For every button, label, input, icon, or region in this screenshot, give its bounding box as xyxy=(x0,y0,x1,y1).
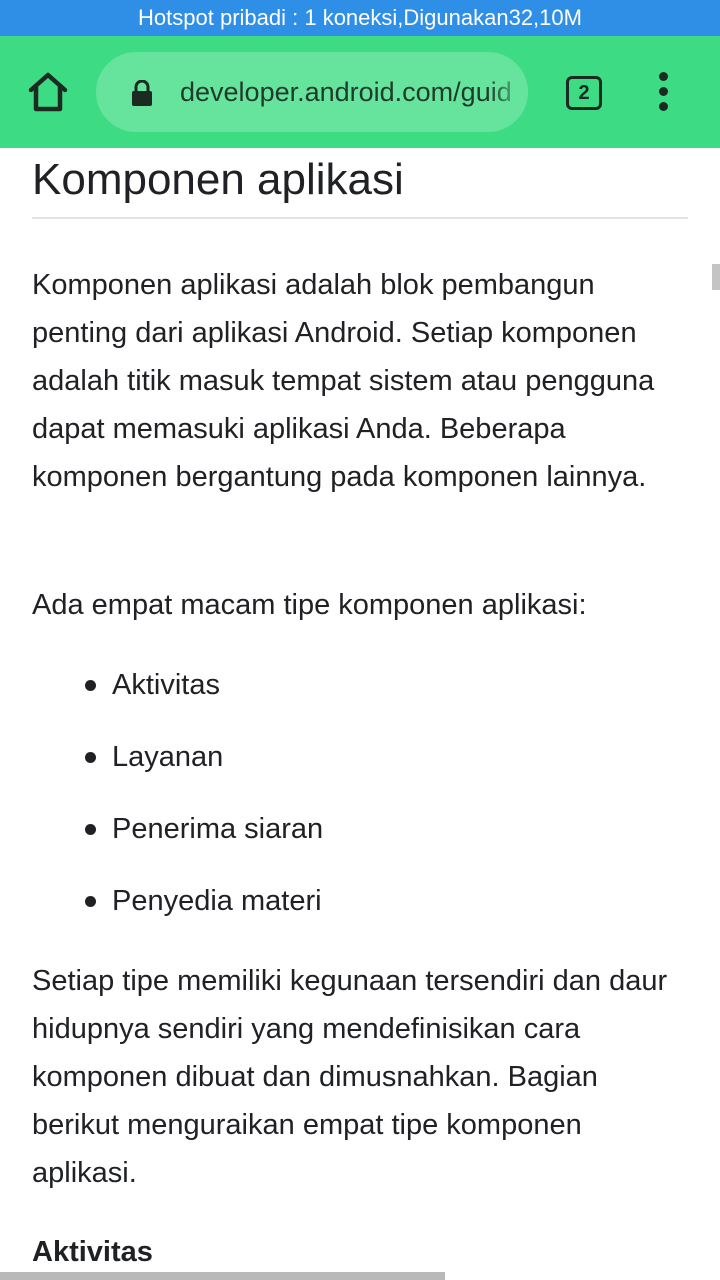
types-intro-paragraph: Ada empat macam tipe komponen aplikasi: xyxy=(32,589,587,621)
home-button[interactable] xyxy=(22,66,74,118)
url-fade xyxy=(488,52,528,132)
bullet-icon xyxy=(85,752,96,763)
tab-switcher-button[interactable]: 2 xyxy=(566,76,602,110)
page-content: Komponen aplikasi Komponen aplikasi adal… xyxy=(0,148,720,1280)
bullet-icon xyxy=(85,896,96,907)
lock-icon xyxy=(132,80,152,106)
home-icon xyxy=(28,72,68,112)
vertical-scrollbar-thumb[interactable] xyxy=(712,264,720,290)
url-bar[interactable]: developer.android.com/guide/components/f… xyxy=(96,52,528,132)
horizontal-scrollbar[interactable] xyxy=(0,1272,445,1280)
bullet-icon xyxy=(85,824,96,835)
browser-toolbar: developer.android.com/guide/components/f… xyxy=(0,36,720,148)
list-item-label: Layanan xyxy=(112,741,224,773)
title-divider xyxy=(32,217,688,219)
lifecycle-paragraph: Setiap tipe memiliki kegunaan tersendiri… xyxy=(32,965,668,1189)
intro-paragraph: Komponen aplikasi adalah blok pembangun … xyxy=(32,269,655,493)
url-text[interactable]: developer.android.com/guide/components/f… xyxy=(180,52,510,132)
list-item-label: Aktivitas xyxy=(112,669,220,701)
list-item-label: Penerima siaran xyxy=(112,813,324,845)
status-bar-text: Hotspot pribadi : 1 koneksi,Digunakan32,… xyxy=(138,5,582,30)
tab-count: 2 xyxy=(578,82,590,104)
page-title: Komponen aplikasi xyxy=(32,155,404,204)
list-item-label: Penyedia materi xyxy=(112,885,322,917)
bullet-icon xyxy=(85,680,96,691)
more-vert-icon[interactable] xyxy=(646,72,682,112)
section-heading-activities: Aktivitas xyxy=(32,1236,153,1268)
status-bar: Hotspot pribadi : 1 koneksi,Digunakan32,… xyxy=(0,0,720,36)
